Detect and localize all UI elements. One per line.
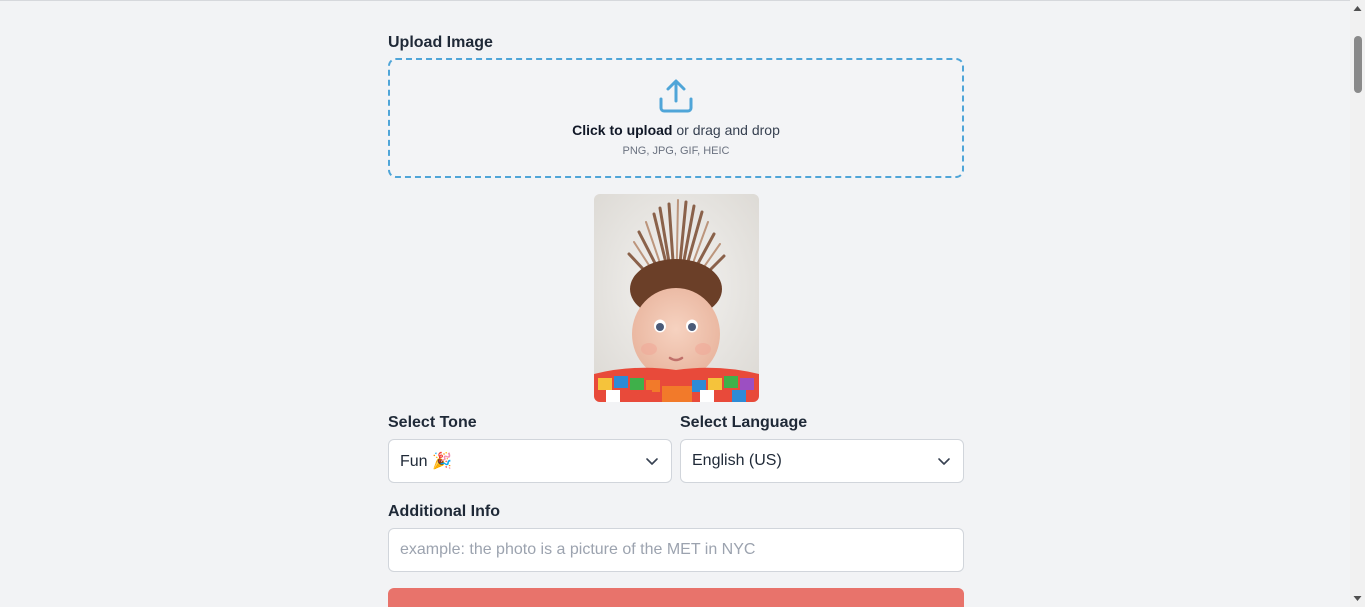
tone-value: Fun 🎉	[400, 453, 452, 470]
upload-formats: PNG, JPG, GIF, HEIC	[622, 145, 730, 157]
scroll-down-arrow-icon[interactable]	[1353, 594, 1362, 603]
chevron-down-icon	[938, 458, 950, 465]
preview-photo	[593, 194, 759, 402]
upload-label: Upload Image	[388, 34, 493, 51]
scrollbar-thumb[interactable]	[1354, 36, 1362, 93]
image-preview	[593, 194, 759, 402]
additional-info-input[interactable]	[388, 528, 964, 572]
select-row: Select Tone Fun 🎉 Select Language Englis…	[388, 413, 964, 483]
language-value: English (US)	[692, 452, 782, 469]
generate-captions-button[interactable]: Generate Captions	[388, 588, 964, 607]
language-label: Select Language	[680, 414, 808, 431]
upload-instructions: Click to upload or drag and drop	[572, 122, 780, 138]
scrollbar[interactable]	[1350, 0, 1365, 607]
language-select[interactable]: English (US)	[680, 439, 964, 483]
tone-label: Select Tone	[388, 414, 477, 431]
tone-group: Select Tone Fun 🎉	[388, 413, 672, 483]
top-border	[0, 0, 1350, 1]
caption-form: Upload Image Click to upload or drag and…	[388, 33, 964, 607]
additional-info-label: Additional Info	[388, 503, 500, 520]
upload-dropzone[interactable]: Click to upload or drag and drop PNG, JP…	[388, 58, 964, 178]
upload-click-text[interactable]: Click to upload	[572, 122, 672, 138]
upload-icon	[659, 79, 693, 113]
language-group: Select Language English (US)	[680, 413, 964, 483]
tone-select[interactable]: Fun 🎉	[388, 439, 672, 483]
scroll-up-arrow-icon[interactable]	[1353, 4, 1362, 13]
chevron-down-icon	[646, 458, 658, 465]
upload-drag-text: or drag and drop	[672, 122, 780, 138]
